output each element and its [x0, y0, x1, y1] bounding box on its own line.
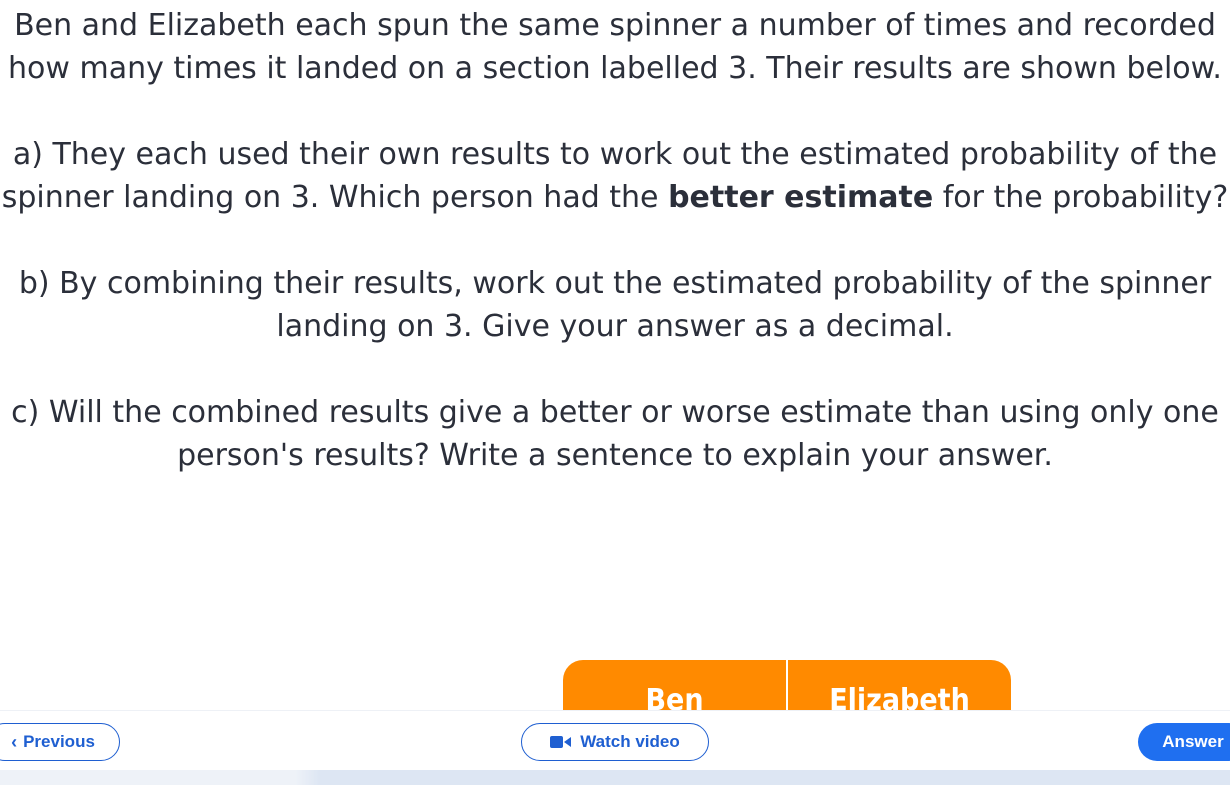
previous-button[interactable]: ‹ Previous — [0, 723, 120, 761]
question-part-c: c) Will the combined results give a bett… — [11, 395, 1219, 473]
watch-video-button[interactable]: Watch video — [521, 723, 709, 761]
part-a-text-end: for the probability? — [933, 180, 1229, 215]
question-part-b: b) By combining their results, work out … — [18, 266, 1212, 344]
answer-button[interactable]: Answer — [1138, 723, 1230, 761]
question-part-a: a) They each used their own results to w… — [0, 133, 1230, 219]
chevron-left-icon: ‹ — [11, 731, 18, 752]
video-camera-icon — [550, 735, 572, 749]
question-text: Ben and Elizabeth each spun the same spi… — [0, 4, 1230, 477]
answer-label: Answer — [1162, 732, 1224, 751]
column-header-elizabeth: Elizabeth — [829, 683, 970, 711]
watch-video-label: Watch video — [580, 732, 680, 751]
bottom-toolbar: ‹ Previous Watch video Answer — [0, 710, 1230, 771]
previous-label: Previous — [23, 732, 95, 751]
results-table-header: Ben Elizabeth — [563, 660, 1011, 710]
footer-strip — [0, 770, 1230, 785]
question-intro: Ben and Elizabeth each spun the same spi… — [8, 8, 1222, 86]
column-header-ben: Ben — [645, 683, 704, 711]
part-a-emphasis: better estimate — [668, 180, 934, 215]
